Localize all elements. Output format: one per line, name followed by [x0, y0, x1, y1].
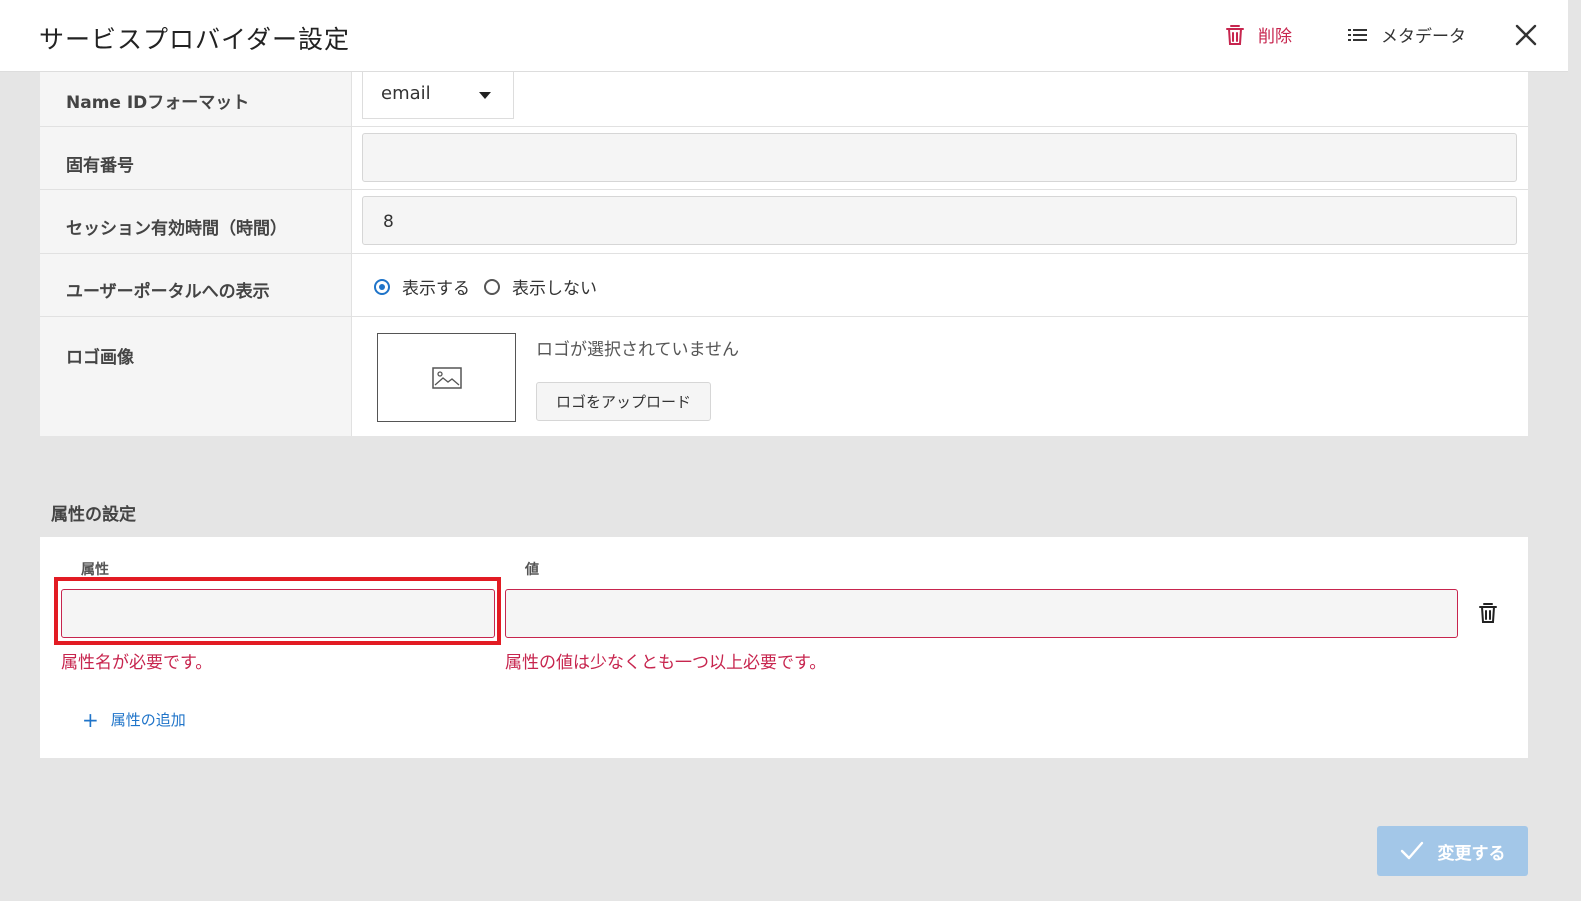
radio-hide[interactable]	[484, 278, 500, 295]
radio-hide-label[interactable]: 表示しない	[512, 274, 597, 299]
radio-show[interactable]	[374, 278, 390, 295]
add-attribute-label: 属性の追加	[110, 711, 186, 729]
delete-button[interactable]: 削除	[1224, 22, 1292, 47]
trash-icon	[1479, 603, 1497, 623]
attribute-value-error: 属性の値は少なくとも一つ以上必要です。	[505, 653, 827, 673]
logo-preview	[377, 333, 516, 422]
scroll-edge	[1568, 0, 1581, 901]
row-name-id-format: Name IDフォーマット email	[40, 72, 1528, 127]
metadata-button[interactable]: メタデータ	[1347, 22, 1466, 47]
close-button[interactable]	[1513, 22, 1539, 52]
check-icon	[1400, 841, 1423, 860]
value-column-header: 値	[525, 562, 539, 578]
attribute-name-input[interactable]	[61, 589, 495, 638]
metadata-label: メタデータ	[1381, 27, 1466, 47]
dialog-header: サービスプロバイダー設定 削除 メタデータ	[0, 0, 1568, 72]
submit-label: 変更する	[1437, 843, 1506, 864]
attribute-value-input[interactable]	[505, 589, 1458, 638]
row-logo: ロゴ画像 ロゴが選択されていません ロゴをアップロード	[40, 317, 1528, 436]
logo-label: ロゴ画像	[66, 348, 134, 368]
name-id-format-label: Name IDフォーマット	[66, 93, 250, 113]
portal-display-label: ユーザーポータルへの表示	[66, 282, 270, 302]
name-id-format-value: email	[381, 83, 431, 104]
row-session-duration: セッション有効時間（時間） 8	[40, 190, 1528, 254]
caret-down-icon	[479, 92, 491, 99]
close-icon	[1515, 24, 1537, 46]
unique-number-input[interactable]	[362, 133, 1517, 182]
logo-status-text: ロゴが選択されていません	[536, 340, 739, 360]
unique-number-label: 固有番号	[66, 156, 134, 176]
delete-label: 削除	[1258, 27, 1292, 47]
row-portal-display: ユーザーポータルへの表示 表示する 表示しない	[40, 254, 1528, 317]
settings-form: Name IDフォーマット email 固有番号 セッション有効時間（時間） 8…	[40, 72, 1528, 436]
portal-display-radio-group: 表示する 表示しない	[374, 274, 611, 299]
row-unique-number: 固有番号	[40, 127, 1528, 190]
add-attribute-button[interactable]: + 属性の追加	[82, 709, 186, 730]
session-duration-input[interactable]: 8	[362, 196, 1517, 245]
list-icon	[1348, 28, 1367, 41]
attribute-column-header: 属性	[81, 562, 109, 578]
upload-logo-button[interactable]: ロゴをアップロード	[536, 382, 711, 421]
submit-button[interactable]: 変更する	[1377, 826, 1528, 876]
trash-icon	[1226, 24, 1244, 45]
session-duration-label: セッション有効時間（時間）	[66, 219, 287, 239]
delete-attribute-button[interactable]	[1478, 601, 1498, 629]
plus-icon: +	[82, 707, 99, 732]
attributes-section-title: 属性の設定	[51, 505, 136, 525]
attributes-panel: 属性 値 属性名が必要です。 属性の値は少なくとも一つ以上必要です。 + 属性の…	[40, 537, 1528, 758]
image-placeholder-icon	[431, 366, 462, 389]
radio-show-label[interactable]: 表示する	[402, 274, 470, 299]
attribute-name-error: 属性名が必要です。	[61, 653, 213, 673]
name-id-format-select[interactable]: email	[362, 72, 514, 119]
dialog-title: サービスプロバイダー設定	[39, 25, 351, 54]
